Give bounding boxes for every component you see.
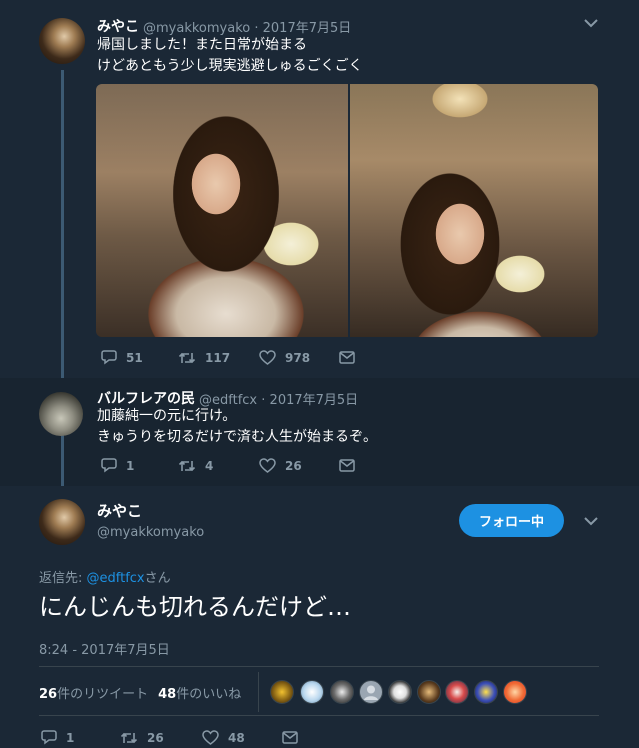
liker-avatar[interactable]	[503, 680, 527, 704]
dm-button[interactable]	[339, 459, 355, 472]
avatar[interactable]	[39, 499, 85, 545]
like-button[interactable]: 978	[259, 350, 339, 365]
like-count: 48	[228, 730, 245, 745]
liker-avatar[interactable]	[330, 680, 354, 704]
stats-separator	[258, 672, 259, 712]
tweet-date[interactable]: 2017年7月5日	[263, 21, 352, 36]
reply-icon	[101, 458, 117, 473]
liker-avatar[interactable]	[474, 680, 498, 704]
following-button[interactable]: フォロー中	[459, 504, 564, 537]
divider	[39, 666, 599, 667]
like-stat[interactable]: 48件のいいね	[158, 683, 241, 702]
reply-button[interactable]: 1	[41, 730, 120, 745]
user-handle[interactable]: @myakkomyako	[143, 21, 250, 36]
thread-line	[61, 70, 64, 378]
reply-count: 51	[126, 350, 143, 365]
tweet-meta: @myakkomyako · 2017年7月5日	[143, 17, 351, 36]
reply-count: 1	[66, 730, 75, 745]
divider	[39, 715, 599, 716]
reply-context: 返信先: @edftfcxさん	[39, 567, 171, 586]
dm-icon	[339, 351, 355, 364]
liker-avatar[interactable]	[417, 680, 441, 704]
separator: ·	[254, 21, 259, 36]
tweet-actions: 1 4 26	[101, 458, 355, 473]
retweet-icon	[178, 460, 196, 471]
avatar[interactable]	[39, 392, 83, 436]
display-name[interactable]: みやこ	[97, 500, 142, 521]
reply-button[interactable]: 1	[101, 458, 178, 473]
reply-icon	[41, 730, 57, 745]
liker-avatar[interactable]	[300, 680, 324, 704]
user-handle[interactable]: @myakkomyako	[97, 525, 204, 540]
retweet-stat[interactable]: 26件のリツイート	[39, 683, 148, 702]
reply-button[interactable]: 51	[101, 350, 178, 365]
retweet-button[interactable]: 117	[178, 351, 259, 365]
tweet-text-line-1: 帰国しました！また日常が始まる	[97, 37, 307, 53]
reply-count: 1	[126, 458, 135, 473]
tweet-photo-2[interactable]	[350, 84, 598, 337]
tweet-text-line-2: けどあともう少し現実逃避しゅるごくごく	[97, 58, 363, 74]
tweet-actions: 1 26 48	[41, 730, 298, 745]
dm-button[interactable]	[339, 351, 355, 364]
engagement-stats: 26件のリツイート 48件のいいね	[39, 683, 241, 702]
dm-icon	[339, 459, 355, 472]
like-icon	[202, 730, 219, 745]
retweet-button[interactable]: 26	[120, 731, 202, 745]
display-name[interactable]: バルフレアの民	[97, 388, 195, 408]
tweet-text-line-2: きゅうりを切るだけで済む人生が始まるぞ。	[97, 429, 377, 445]
like-total: 48	[158, 687, 177, 702]
default-avatar-icon[interactable]	[359, 680, 383, 704]
reply-prefix: 返信先:	[39, 571, 87, 586]
retweet-icon	[120, 732, 138, 743]
chevron-down-icon[interactable]	[584, 16, 598, 32]
liker-avatar[interactable]	[270, 680, 294, 704]
tweet-photo-1[interactable]	[96, 84, 348, 337]
retweet-total: 26	[39, 687, 58, 702]
separator: ·	[261, 393, 266, 408]
like-button[interactable]: 26	[259, 458, 339, 473]
like-stat-label: 件のいいね	[176, 687, 242, 702]
retweet-icon	[178, 352, 196, 363]
display-name[interactable]: みやこ	[97, 16, 139, 36]
retweet-count: 4	[205, 458, 214, 473]
reply-suffix: さん	[144, 571, 171, 586]
chevron-down-icon[interactable]	[584, 514, 598, 530]
retweet-stat-label: 件のリツイート	[57, 687, 149, 702]
reply-to-link[interactable]: @edftfcx	[87, 571, 145, 586]
tweet-text-line-1: 加藤純一の元に行け。	[97, 408, 237, 424]
tweet-text: にんじんも切れるんだけど…	[39, 593, 351, 621]
avatar[interactable]	[39, 18, 85, 64]
like-count: 978	[285, 350, 311, 365]
dm-button[interactable]	[282, 731, 298, 744]
liker-avatar[interactable]	[445, 680, 469, 704]
like-icon	[259, 350, 276, 365]
retweet-button[interactable]: 4	[178, 459, 259, 473]
tweet-date[interactable]: 2017年7月5日	[270, 393, 359, 408]
like-button[interactable]: 48	[202, 730, 282, 745]
dm-icon	[282, 731, 298, 744]
thread-line	[61, 434, 64, 486]
retweet-count: 26	[147, 730, 164, 745]
retweet-count: 117	[205, 350, 231, 365]
tweet-actions: 51 117 978	[101, 350, 355, 365]
liker-avatar[interactable]	[388, 680, 412, 704]
reply-icon	[101, 350, 117, 365]
like-icon	[259, 458, 276, 473]
tweet-timestamp[interactable]: 8:24 - 2017年7月5日	[39, 639, 170, 658]
like-count: 26	[285, 458, 302, 473]
